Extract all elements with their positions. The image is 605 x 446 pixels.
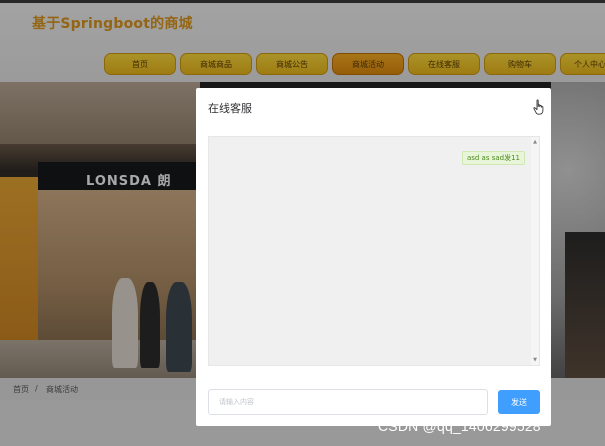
send-button[interactable]: 发送 <box>498 390 540 414</box>
hand-pointer-icon <box>533 99 544 115</box>
chat-message-sent: asd as sad发11 <box>461 151 525 165</box>
message-input[interactable] <box>208 389 488 415</box>
chat-messages[interactable]: asd as sad发11 ▲ ▼ <box>208 136 540 366</box>
online-service-dialog: 在线客服 asd as sad发11 ▲ ▼ 发送 <box>196 88 551 426</box>
dialog-title: 在线客服 <box>208 102 252 115</box>
chat-scrollbar[interactable]: ▲ ▼ <box>531 137 539 365</box>
watermark: CSDN @qq_1406299528 <box>378 418 541 434</box>
scroll-down-arrow-icon[interactable]: ▼ <box>532 357 538 363</box>
scroll-up-arrow-icon[interactable]: ▲ <box>532 139 538 145</box>
